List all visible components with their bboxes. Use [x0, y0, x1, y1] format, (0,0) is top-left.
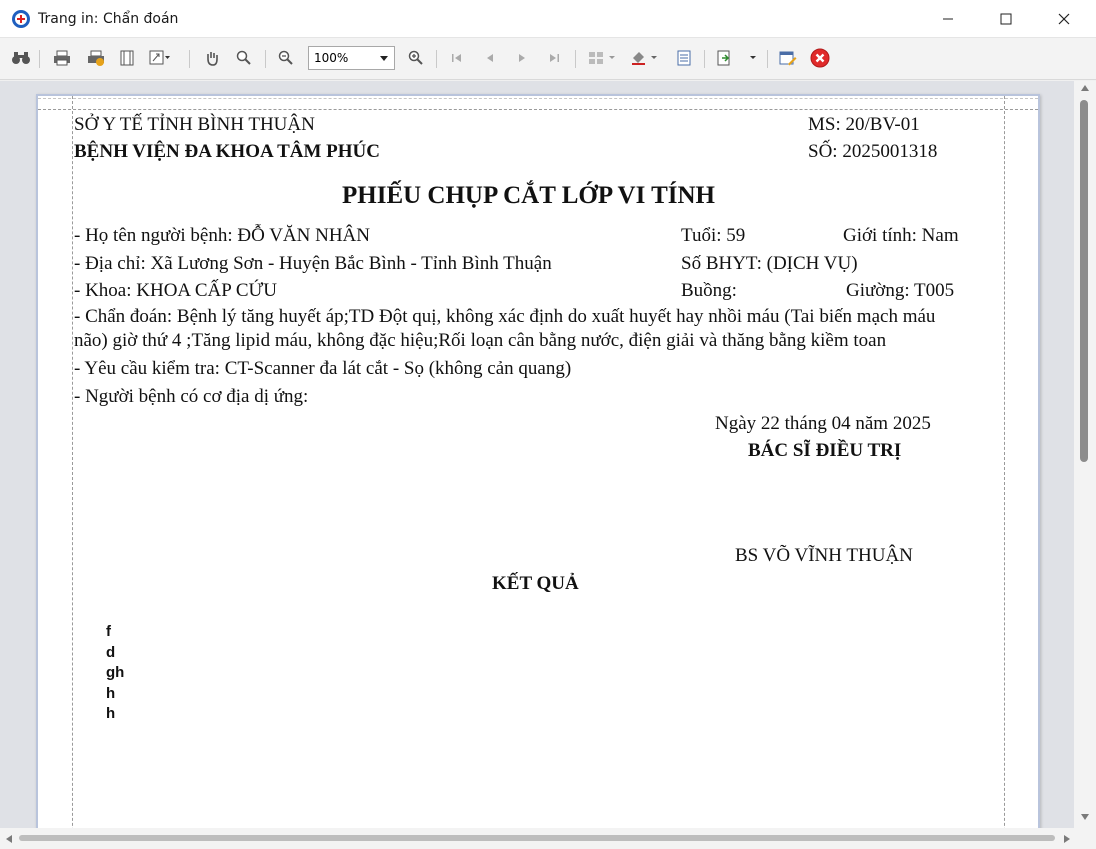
magnifier-icon: [236, 50, 251, 65]
org-line-1: SỞ Y TẾ TỈNH BÌNH THUẬN: [74, 114, 315, 135]
form-code: MS: 20/BV-01: [808, 114, 920, 135]
quick-print-icon: [88, 50, 104, 66]
page-setup-button[interactable]: [115, 47, 139, 69]
zoom-select[interactable]: 100%: [308, 46, 395, 70]
multiple-pages-button[interactable]: [586, 47, 620, 69]
page-setup-icon: [120, 50, 134, 66]
vertical-scroll-thumb[interactable]: [1080, 100, 1088, 462]
result-line: f: [106, 623, 111, 640]
hand-icon: [207, 52, 218, 66]
export-icon: [717, 50, 756, 66]
close-button[interactable]: [1035, 0, 1093, 38]
scale-icon: [149, 50, 170, 65]
next-page-button[interactable]: [510, 47, 534, 69]
background-color-button[interactable]: [628, 47, 662, 69]
insurance-number: Số BHYT: (DỊCH VỤ): [681, 253, 858, 274]
window-title: Trang in: Chẩn đoán: [38, 11, 179, 27]
magnifier-button[interactable]: [232, 47, 256, 69]
find-button[interactable]: [9, 47, 33, 69]
zoom-in-icon: [408, 50, 423, 65]
horizontal-scroll-thumb[interactable]: [19, 835, 1055, 841]
preview-area[interactable]: SỞ Y TẾ TỈNH BÌNH THUẬN BỆNH VIỆN ĐA KHO…: [0, 81, 1074, 828]
record-number: SỐ: 2025001318: [808, 141, 938, 162]
result-line: gh: [106, 664, 125, 681]
app-icon: [12, 10, 30, 28]
multiple-pages-icon: [589, 52, 615, 64]
scroll-right-icon[interactable]: [1064, 835, 1070, 843]
diagnosis-line-2: não) giờ thứ 4 ;Tăng lipid máu, không đặ…: [74, 330, 887, 351]
toolbar: [0, 38, 1096, 80]
hand-tool-button[interactable]: [200, 47, 224, 69]
export-button[interactable]: [714, 47, 762, 69]
result-title: KẾT QUẢ: [492, 573, 579, 594]
bed: Giường: T005: [846, 280, 955, 301]
chevron-down-icon: [380, 56, 388, 61]
room: Buồng:: [681, 280, 737, 301]
zoom-out-icon: [278, 50, 293, 65]
last-page-button[interactable]: [542, 47, 566, 69]
close-preview-icon: [810, 48, 830, 68]
horizontal-scrollbar[interactable]: [0, 828, 1096, 849]
previous-page-icon: [487, 54, 493, 62]
background-color-icon: [632, 52, 657, 65]
patient-age: Tuổi: 59: [681, 225, 746, 246]
maximize-button[interactable]: [977, 0, 1035, 38]
edit-icon: [779, 51, 797, 66]
close-preview-button[interactable]: [808, 47, 832, 69]
department: - Khoa: KHOA CẤP CỨU: [74, 280, 277, 301]
edit-button[interactable]: [776, 47, 800, 69]
scroll-down-icon[interactable]: [1081, 814, 1089, 820]
maximize-icon: [1000, 13, 1012, 25]
exam-request: - Yêu cầu kiểm tra: CT-Scanner đa lát cắ…: [74, 358, 572, 379]
watermark-icon: [677, 50, 691, 66]
result-line: h: [106, 705, 116, 722]
scale-button[interactable]: [148, 47, 172, 69]
patient-address: - Địa chỉ: Xã Lương Sơn - Huyện Bắc Bình…: [74, 253, 552, 274]
print-icon: [54, 50, 70, 66]
previous-page-button[interactable]: [478, 47, 502, 69]
binoculars-icon: [12, 52, 30, 64]
zoom-value: 100%: [314, 51, 349, 65]
result-line: h: [106, 684, 116, 702]
first-page-button[interactable]: [445, 47, 469, 69]
diagnosis-line-1: - Chẩn đoán: Bệnh lý tăng huyết áp;TD Độ…: [74, 306, 936, 327]
next-page-icon: [519, 54, 525, 62]
allergy-info: - Người bệnh có cơ địa dị ứng:: [74, 386, 309, 407]
document-title: PHIẾU CHỤP CẮT LỚP VI TÍNH: [342, 182, 715, 209]
watermark-button[interactable]: [672, 47, 696, 69]
vertical-scrollbar[interactable]: [1074, 81, 1096, 828]
patient-gender: Giới tính: Nam: [843, 225, 959, 246]
minimize-button[interactable]: [919, 0, 977, 38]
last-page-icon: [550, 54, 559, 62]
scroll-up-icon[interactable]: [1081, 85, 1089, 91]
patient-name: - Họ tên người bệnh: ĐỖ VĂN NHÂN: [74, 225, 370, 246]
doctor-title: BÁC SĨ ĐIỀU TRỊ: [748, 440, 902, 461]
scroll-left-icon[interactable]: [6, 835, 12, 843]
doctor-name: BS VÕ VĨNH THUẬN: [735, 545, 913, 566]
sign-date: Ngày 22 tháng 04 năm 2025: [715, 413, 931, 434]
title-bar: Trang in: Chẩn đoán: [0, 0, 1096, 38]
quick-print-button[interactable]: [84, 47, 108, 69]
result-content: f d gh h h: [106, 622, 124, 725]
zoom-in-button[interactable]: [404, 47, 428, 69]
print-button[interactable]: [50, 47, 74, 69]
result-line: d: [106, 643, 116, 661]
org-line-2: BỆNH VIỆN ĐA KHOA TÂM PHÚC: [74, 141, 380, 162]
close-icon: [1058, 13, 1070, 25]
first-page-icon: [452, 54, 461, 62]
document-page: SỞ Y TẾ TỈNH BÌNH THUẬN BỆNH VIỆN ĐA KHO…: [36, 94, 1040, 828]
minimize-icon: [943, 18, 953, 20]
zoom-out-button[interactable]: [274, 47, 298, 69]
